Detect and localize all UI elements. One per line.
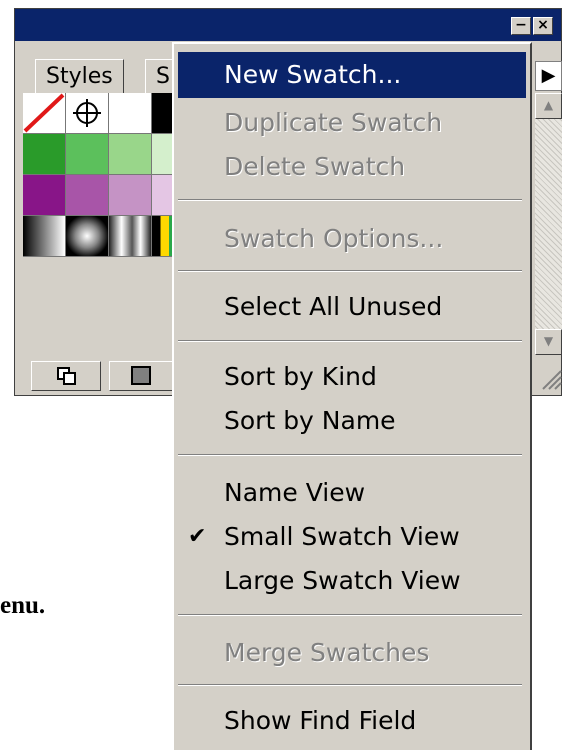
green-swatch-2[interactable] xyxy=(66,134,109,175)
vertical-scrollbar[interactable]: ▲ ▼ xyxy=(535,93,562,355)
menu-item-merge-swatches[interactable]: Merge Swatches xyxy=(178,630,526,676)
menu-item-large-swatch-view[interactable]: Large Swatch View xyxy=(178,558,526,604)
menu-item-sort-by-name[interactable]: Sort by Name xyxy=(178,398,526,444)
menu-item-name-view[interactable]: Name View xyxy=(178,470,526,516)
show-kind-button[interactable] xyxy=(31,361,101,391)
purple-swatch-3[interactable] xyxy=(109,175,152,216)
purple-swatch-1[interactable] xyxy=(23,175,66,216)
menu-separator xyxy=(178,270,522,272)
minimize-icon[interactable]: − xyxy=(511,17,531,35)
menu-item-new-swatch[interactable]: New Swatch... xyxy=(178,52,526,98)
menu-item-small-swatch-view[interactable]: ✔ Small Swatch View xyxy=(178,514,526,560)
resize-grip-icon[interactable] xyxy=(535,363,562,391)
menu-separator xyxy=(178,199,522,201)
registration-icon xyxy=(73,99,101,127)
menu-separator xyxy=(178,454,522,456)
menu-item-sort-by-kind[interactable]: Sort by Kind xyxy=(178,354,526,400)
palette-context-menu: New Swatch... Duplicate Swatch Delete Sw… xyxy=(172,42,532,750)
menu-separator xyxy=(178,684,522,686)
scroll-down-icon[interactable]: ▼ xyxy=(535,329,562,355)
swatch-kinds-icon xyxy=(57,367,76,385)
green-swatch-1[interactable] xyxy=(23,134,66,175)
registration-swatch[interactable] xyxy=(66,93,109,134)
palette-titlebar[interactable]: − × xyxy=(15,9,561,41)
white-swatch[interactable] xyxy=(109,93,152,134)
menu-separator xyxy=(178,614,522,616)
purple-swatch-2[interactable] xyxy=(66,175,109,216)
menu-separator xyxy=(178,340,522,342)
menu-item-show-find-field[interactable]: Show Find Field xyxy=(178,698,526,744)
tab-styles[interactable]: Styles xyxy=(35,59,124,95)
document-text-fragment: enu. xyxy=(0,592,46,619)
close-icon[interactable]: × xyxy=(533,17,553,35)
gradient-radial-swatch[interactable] xyxy=(66,216,109,257)
none-swatch-icon xyxy=(23,93,65,133)
scroll-up-icon[interactable]: ▲ xyxy=(535,93,562,119)
color-swatches-button[interactable] xyxy=(109,361,175,391)
menu-item-duplicate-swatch[interactable]: Duplicate Swatch xyxy=(178,100,526,146)
color-swatch-icon xyxy=(131,366,151,385)
gradient-chrome-swatch[interactable] xyxy=(109,216,152,257)
menu-item-swatch-options[interactable]: Swatch Options... xyxy=(178,216,526,262)
green-swatch-3[interactable] xyxy=(109,134,152,175)
menu-item-select-all-unused[interactable]: Select All Unused xyxy=(178,284,526,330)
menu-item-delete-swatch[interactable]: Delete Swatch xyxy=(178,144,526,190)
gradient-linear-swatch[interactable] xyxy=(23,216,66,257)
checkmark-icon: ✔ xyxy=(188,524,207,549)
palette-menu-flyout-button[interactable]: ▶ xyxy=(535,61,562,91)
menu-item-label: Small Swatch View xyxy=(224,522,460,551)
none-swatch[interactable] xyxy=(23,93,66,134)
